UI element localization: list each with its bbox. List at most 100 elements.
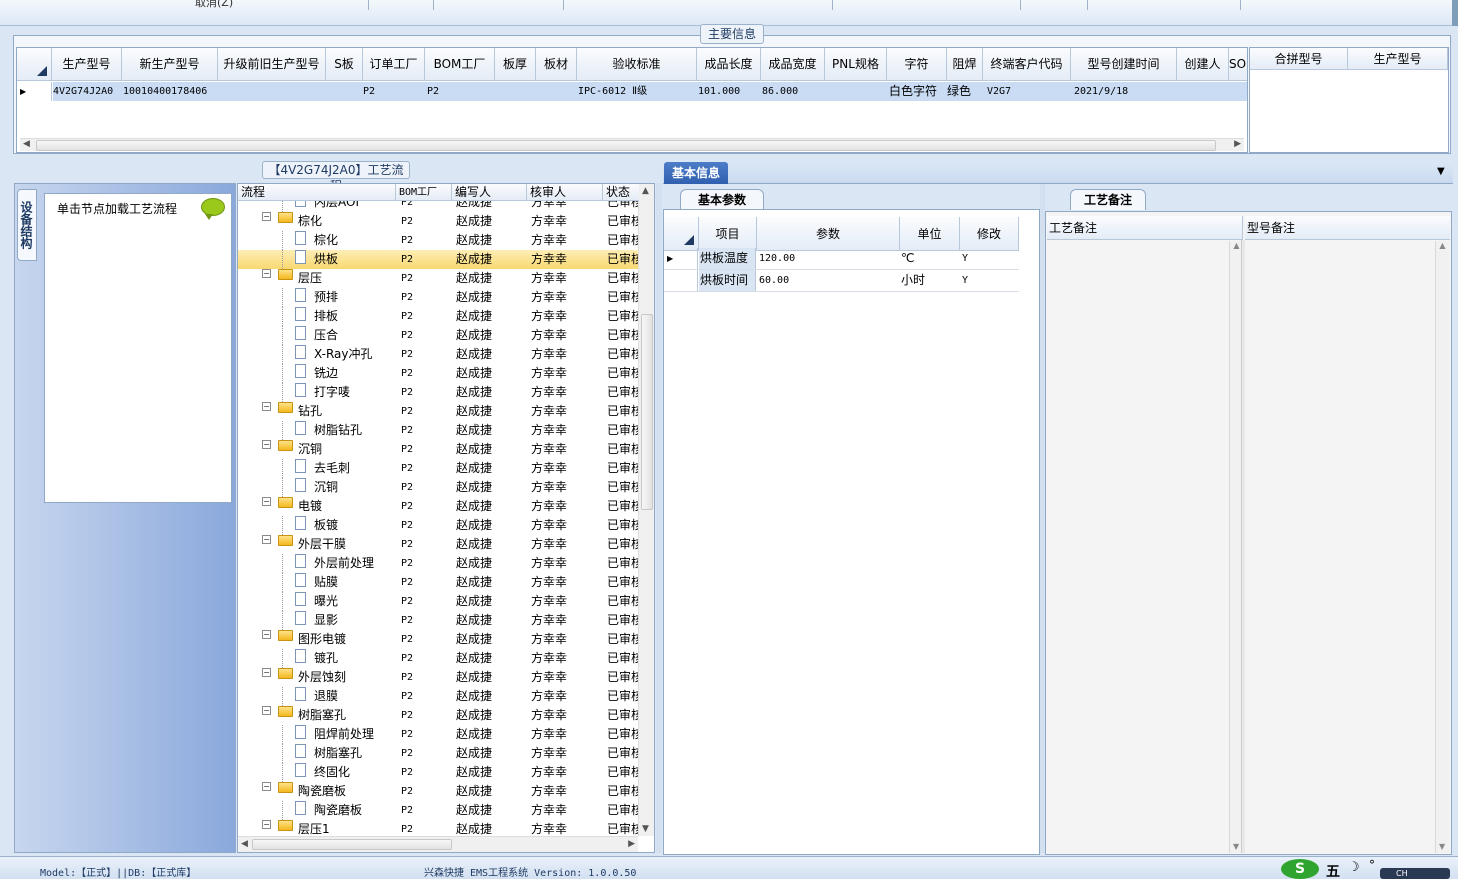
col-header-new-production-model[interactable]: 新生产型号: [122, 48, 218, 81]
col-header-thickness[interactable]: 板厚: [495, 48, 536, 81]
scroll-up-icon[interactable]: ▲: [1439, 241, 1445, 250]
process-tree-row[interactable]: 树脂钻孔 P2 赵成捷 方幸幸 已审核: [238, 421, 639, 440]
process-tree-row[interactable]: − 外层蚀刻 P2 赵成捷 方幸幸 已审核: [238, 668, 639, 687]
table-row[interactable]: [53, 82, 1247, 101]
process-tree-row[interactable]: − 陶瓷磨板 P2 赵成捷 方幸幸 已审核: [238, 782, 639, 801]
process-tree-row[interactable]: − 外层干膜 P2 赵成捷 方幸幸 已审核: [238, 535, 639, 554]
ime-language-label[interactable]: CH: [1380, 868, 1450, 879]
col-header-side-production-model[interactable]: 生产型号: [1348, 48, 1448, 70]
process-tree-row[interactable]: 预排 P2 赵成捷 方幸幸 已审核: [238, 288, 639, 307]
remark-divider[interactable]: [1241, 240, 1245, 853]
tab-equipment-structure[interactable]: 设备结构: [17, 189, 37, 261]
process-tree-grid[interactable]: 流程 BOM工厂 编写人 核审人 状态 内层AOIP2赵成捷方幸幸已审核−棕化P…: [237, 183, 655, 853]
col-header-value[interactable]: 参数: [757, 217, 900, 251]
collapse-toggle-icon[interactable]: −: [262, 535, 271, 544]
scroll-down-icon[interactable]: ▼: [1233, 842, 1239, 851]
cut-label[interactable]: 取消(Z): [195, 0, 233, 10]
collapse-toggle-icon[interactable]: −: [262, 212, 271, 221]
scroll-thumb[interactable]: [252, 839, 452, 850]
process-tree-row[interactable]: 烘板 P2 赵成捷 方幸幸 已审核: [238, 250, 639, 269]
col-header-unit[interactable]: 单位: [900, 217, 960, 251]
dropdown-arrow-icon[interactable]: ▼: [1437, 166, 1445, 177]
tab-basic-info[interactable]: 基本信息: [664, 162, 728, 184]
process-tree-row[interactable]: 阻焊前处理 P2 赵成捷 方幸幸 已审核: [238, 725, 639, 744]
model-remark-textarea[interactable]: [1246, 241, 1436, 853]
col-header-production-model[interactable]: 生产型号: [52, 48, 122, 81]
scroll-up-icon[interactable]: ▲: [642, 186, 649, 196]
process-tree-row[interactable]: 沉铜 P2 赵成捷 方幸幸 已审核: [238, 478, 639, 497]
scroll-left-icon[interactable]: ◀: [241, 839, 248, 849]
process-tree-row[interactable]: X-Ray冲孔 P2 赵成捷 方幸幸 已审核: [238, 345, 639, 364]
process-tree-row[interactable]: − 树脂塞孔 P2 赵成捷 方幸幸 已审核: [238, 706, 639, 725]
table-row[interactable]: ▶ 烘板温度 120.00 ℃ Y: [664, 248, 1019, 270]
collapse-toggle-icon[interactable]: −: [262, 668, 271, 677]
col-header-order-factory[interactable]: 订单工厂: [363, 48, 425, 81]
col-header-customer-code[interactable]: 终端客户代码: [983, 48, 1071, 81]
process-tree-row[interactable]: − 棕化 P2 赵成捷 方幸幸 已审核: [238, 212, 639, 231]
process-tree-row[interactable]: 铣边 P2 赵成捷 方幸幸 已审核: [238, 364, 639, 383]
table-row[interactable]: 烘板时间 60.00 小时 Y: [664, 270, 1019, 292]
process-tree-row[interactable]: 树脂塞孔 P2 赵成捷 方幸幸 已审核: [238, 744, 639, 763]
col-header-material[interactable]: 板材: [536, 48, 577, 81]
col-header-width[interactable]: 成品宽度: [761, 48, 825, 81]
process-tree-row[interactable]: 镀孔 P2 赵成捷 方幸幸 已审核: [238, 649, 639, 668]
punctuation-icon[interactable]: °: [1369, 858, 1375, 872]
col-header-s-board[interactable]: S板: [326, 48, 363, 81]
ime-mode-label[interactable]: 五: [1326, 861, 1340, 879]
col-header-bom-factory[interactable]: BOM工厂: [425, 48, 495, 81]
process-tree-row[interactable]: − 图形电镀 P2 赵成捷 方幸幸 已审核: [238, 630, 639, 649]
process-tree-row[interactable]: 板镀 P2 赵成捷 方幸幸 已审核: [238, 516, 639, 535]
col-header-old-production-model[interactable]: 升级前旧生产型号: [218, 48, 326, 81]
col-header-pnl-spec[interactable]: PNL规格: [825, 48, 887, 81]
collapse-toggle-icon[interactable]: −: [262, 706, 271, 715]
col-header-reviewer[interactable]: 核审人: [527, 184, 603, 201]
remark-vscrollbar[interactable]: ▲ ▼: [1435, 241, 1449, 853]
process-tree-row[interactable]: 去毛刺 P2 赵成捷 方幸幸 已审核: [238, 459, 639, 478]
process-tree-row[interactable]: 压合 P2 赵成捷 方幸幸 已审核: [238, 326, 639, 345]
process-remark-textarea[interactable]: [1047, 241, 1241, 853]
process-tree-row[interactable]: 终固化 P2 赵成捷 方幸幸 已审核: [238, 763, 639, 782]
collapse-toggle-icon[interactable]: −: [262, 402, 271, 411]
col-header-length[interactable]: 成品长度: [697, 48, 761, 81]
splitter-handle[interactable]: [656, 183, 662, 853]
collapse-toggle-icon[interactable]: −: [262, 497, 271, 506]
process-tree-row[interactable]: 退膜 P2 赵成捷 方幸幸 已审核: [238, 687, 639, 706]
process-tree-row[interactable]: 打字唛 P2 赵成捷 方幸幸 已审核: [238, 383, 639, 402]
process-tree-row[interactable]: − 钻孔 P2 赵成捷 方幸幸 已审核: [238, 402, 639, 421]
process-tree-row[interactable]: − 层压1 P2 赵成捷 方幸幸 已审核: [238, 820, 639, 836]
collapse-toggle-icon[interactable]: −: [262, 440, 271, 449]
process-tree-row[interactable]: − 沉铜 P2 赵成捷 方幸幸 已审核: [238, 440, 639, 459]
col-header-writer[interactable]: 编写人: [452, 184, 527, 201]
col-header-created-time[interactable]: 型号创建时间: [1071, 48, 1177, 81]
process-tree-row[interactable]: 棕化 P2 赵成捷 方幸幸 已审核: [238, 231, 639, 250]
scroll-up-icon[interactable]: ▲: [1233, 241, 1239, 250]
collapse-toggle-icon[interactable]: −: [262, 269, 271, 278]
cell-value[interactable]: 120.00: [759, 248, 795, 269]
col-header-creator[interactable]: 创建人: [1177, 48, 1229, 81]
process-tree-row[interactable]: 外层前处理 P2 赵成捷 方幸幸 已审核: [238, 554, 639, 573]
scroll-thumb[interactable]: [36, 140, 1216, 151]
tab-process-remarks[interactable]: 工艺备注: [1070, 189, 1146, 210]
col-header-status[interactable]: 状态: [603, 184, 639, 201]
scroll-down-icon[interactable]: ▼: [642, 824, 649, 834]
tab-basic-params[interactable]: 基本参数: [680, 189, 764, 210]
scroll-down-icon[interactable]: ▼: [1439, 842, 1445, 851]
collapse-toggle-icon[interactable]: −: [262, 782, 271, 791]
basic-params-grid[interactable]: 项目 参数 单位 修改 ▶ 烘板温度 120.00 ℃ Y 烘板时间 60.00…: [663, 209, 1040, 855]
col-header-acceptance-standard[interactable]: 验收标准: [577, 48, 697, 81]
col-header-bom-factory[interactable]: BOM工厂: [396, 184, 452, 201]
col-header-merged-model[interactable]: 合拼型号: [1250, 48, 1348, 70]
col-header-modified[interactable]: 修改: [960, 217, 1019, 251]
scroll-thumb[interactable]: [641, 314, 653, 510]
col-header-solder-mask[interactable]: 阻焊: [947, 48, 983, 81]
scroll-left-icon[interactable]: ◀: [23, 139, 30, 149]
merged-model-grid[interactable]: 合拼型号 生产型号: [1249, 47, 1449, 153]
scroll-right-icon[interactable]: ▶: [628, 839, 635, 849]
process-tree-row[interactable]: − 电镀 P2 赵成捷 方幸幸 已审核: [238, 497, 639, 516]
col-header-silkscreen[interactable]: 字符: [887, 48, 947, 81]
main-grid-hscrollbar[interactable]: ◀ ▶: [20, 138, 1244, 151]
col-header-flow[interactable]: 流程: [238, 184, 396, 201]
process-tree-row[interactable]: 显影 P2 赵成捷 方幸幸 已审核: [238, 611, 639, 630]
process-tree-vscrollbar[interactable]: ▲ ▼: [638, 184, 654, 836]
equipment-tree-area[interactable]: [44, 193, 232, 503]
